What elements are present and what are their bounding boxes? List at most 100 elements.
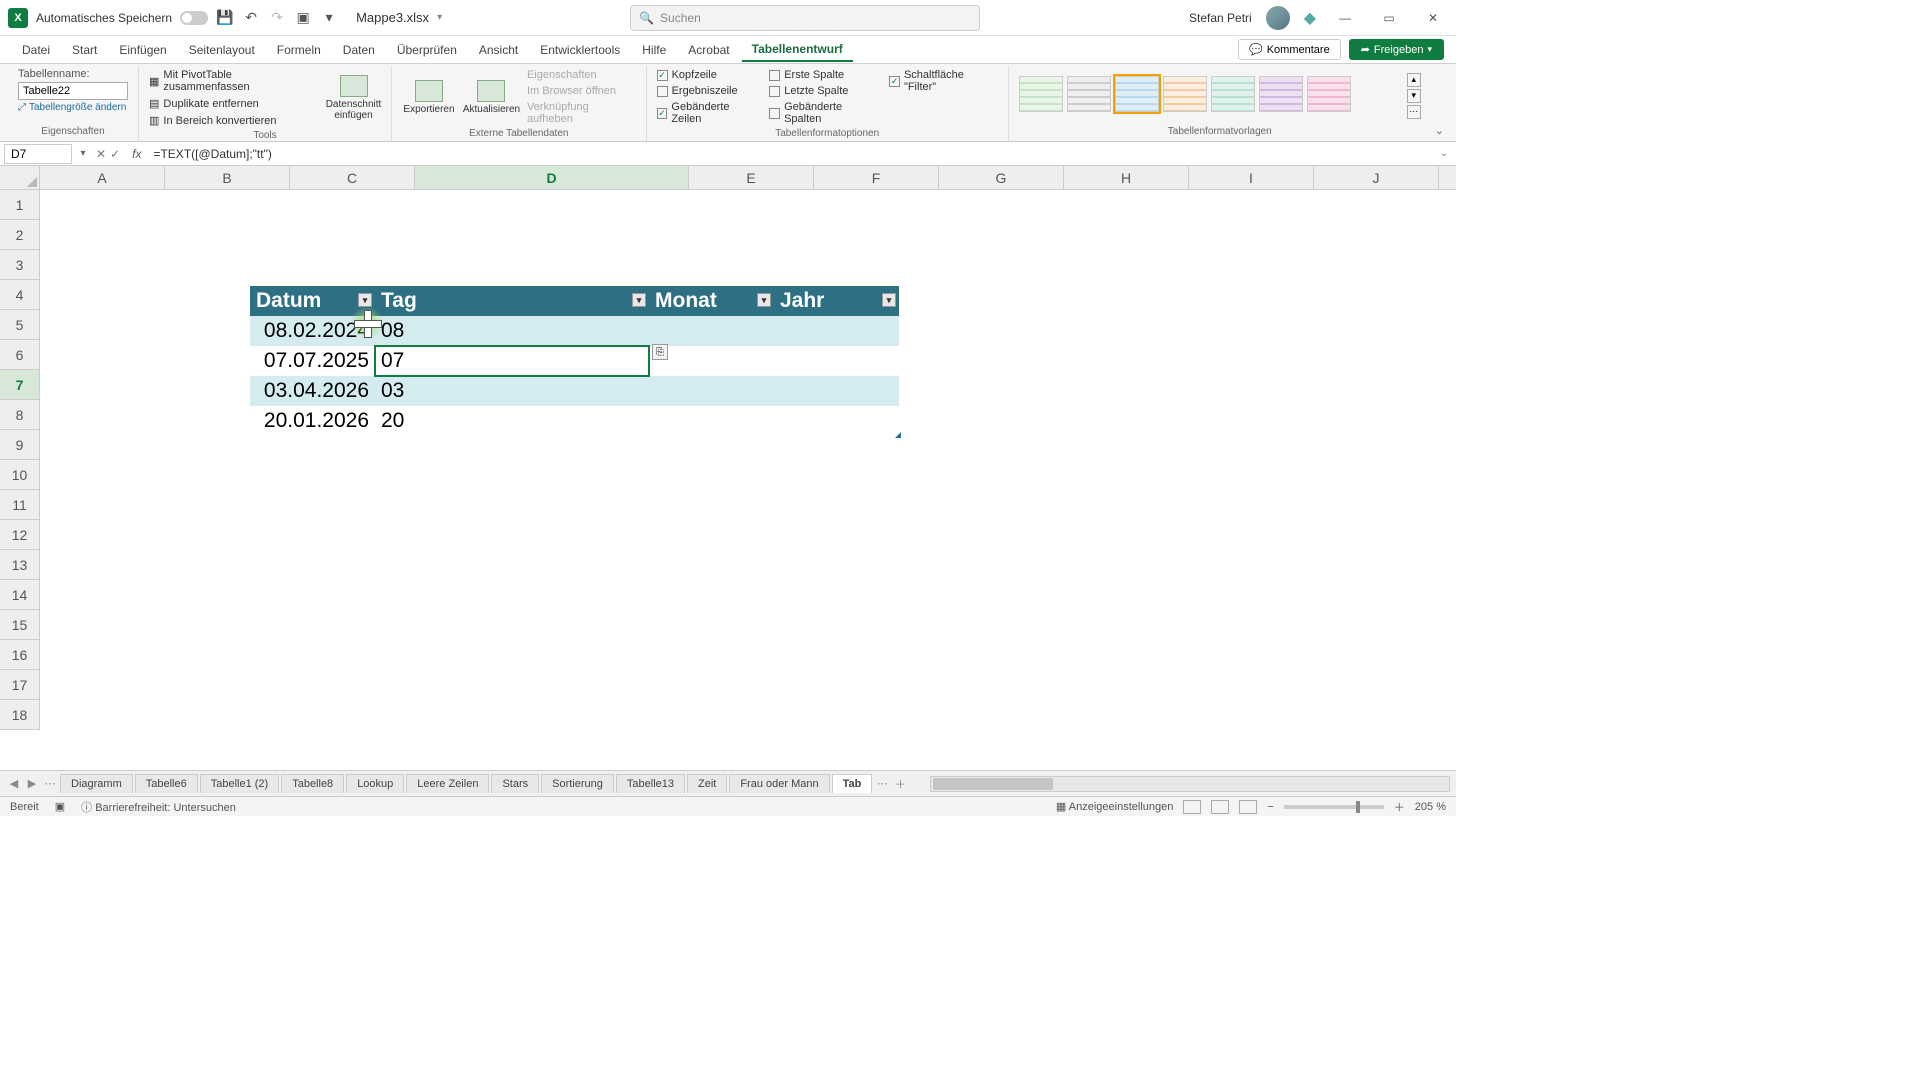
new-sheet-icon[interactable]: ＋	[892, 776, 908, 792]
gallery-more-icon[interactable]: ⋯	[1407, 105, 1421, 119]
chk-first-col[interactable]: Erste Spalte	[769, 68, 881, 82]
sheet-nav-prev-icon[interactable]: ◀	[6, 777, 22, 790]
maximize-button[interactable]: ▭	[1374, 3, 1404, 33]
row-header[interactable]: 15	[0, 610, 39, 640]
resize-table-button[interactable]: ⤢Tabellengröße ändern	[18, 102, 128, 113]
undo-icon[interactable]: ↶	[242, 9, 260, 27]
spreadsheet-grid[interactable]: A B C D E F G H I J 1 2 3 4 5 6 7 8 9 10…	[0, 166, 1456, 766]
table-resize-handle[interactable]	[895, 432, 901, 438]
cell[interactable]: 07.07.2025	[250, 346, 375, 376]
col-header[interactable]: F	[814, 166, 939, 189]
table-header-tag[interactable]: Tag▾	[375, 286, 649, 316]
table-header-jahr[interactable]: Jahr▾	[774, 286, 899, 316]
row-header[interactable]: 2	[0, 220, 39, 250]
style-swatch[interactable]	[1019, 76, 1063, 112]
sheet-nav-next-icon[interactable]: ▶	[24, 777, 40, 790]
filter-button-icon[interactable]: ▾	[632, 293, 646, 307]
gallery-down-icon[interactable]: ▾	[1407, 89, 1421, 103]
qat-more-icon[interactable]: ▾	[320, 9, 338, 27]
cell[interactable]: 20	[375, 406, 649, 436]
sheet-tab[interactable]: Leere Zeilen	[406, 774, 489, 793]
view-normal-icon[interactable]	[1183, 800, 1201, 814]
sheet-tab[interactable]: Stars	[491, 774, 539, 793]
remove-duplicates-button[interactable]: ▤Duplikate entfernen	[149, 96, 318, 111]
tab-ansicht[interactable]: Ansicht	[469, 39, 528, 61]
avatar[interactable]	[1266, 6, 1290, 30]
row-header[interactable]: 14	[0, 580, 39, 610]
name-box[interactable]: D7	[4, 144, 72, 164]
sheet-tab[interactable]: Diagramm	[60, 774, 133, 793]
row-header[interactable]: 11	[0, 490, 39, 520]
refresh-button[interactable]: Aktualisieren	[464, 68, 519, 126]
comments-button[interactable]: 💬Kommentare	[1238, 39, 1341, 60]
cell[interactable]	[774, 376, 899, 406]
col-header[interactable]: I	[1189, 166, 1314, 189]
slicer-button[interactable]: Datenschnitt einfügen	[326, 68, 381, 128]
tab-seitenlayout[interactable]: Seitenlayout	[179, 39, 265, 61]
table-styles-gallery[interactable]	[1019, 68, 1399, 120]
view-pagebreak-icon[interactable]	[1239, 800, 1257, 814]
sheet-tab[interactable]: Zeit	[687, 774, 727, 793]
row-header[interactable]: 16	[0, 640, 39, 670]
pivot-button[interactable]: ▦Mit PivotTable zusammenfassen	[149, 68, 318, 94]
col-header[interactable]: G	[939, 166, 1064, 189]
chk-total[interactable]: Ergebniszeile	[657, 84, 762, 98]
view-pagelayout-icon[interactable]	[1211, 800, 1229, 814]
tablename-input[interactable]	[18, 82, 128, 100]
row-header[interactable]: 12	[0, 520, 39, 550]
zoom-level[interactable]: 205 %	[1415, 801, 1446, 813]
col-header[interactable]: D	[415, 166, 689, 189]
col-header[interactable]: A	[40, 166, 165, 189]
enter-formula-icon[interactable]: ✓	[110, 147, 120, 161]
col-header[interactable]: E	[689, 166, 814, 189]
fx-icon[interactable]: fx	[126, 147, 147, 161]
style-swatch[interactable]	[1115, 76, 1159, 112]
style-swatch[interactable]	[1259, 76, 1303, 112]
sheet-tab[interactable]: Frau oder Mann	[729, 774, 829, 793]
selected-cell[interactable]: 07	[375, 346, 649, 376]
row-header[interactable]: 9	[0, 430, 39, 460]
col-header[interactable]: B	[165, 166, 290, 189]
style-swatch[interactable]	[1307, 76, 1351, 112]
redo-icon[interactable]: ↷	[268, 9, 286, 27]
table-header-monat[interactable]: Monat▾	[649, 286, 774, 316]
cell[interactable]: 20.01.2026	[250, 406, 375, 436]
save-icon[interactable]: 💾	[216, 9, 234, 27]
row-headers[interactable]: 1 2 3 4 5 6 7 8 9 10 11 12 13 14 15 16 1…	[0, 190, 40, 730]
row-header[interactable]: 17	[0, 670, 39, 700]
row-header[interactable]: 8	[0, 400, 39, 430]
sheet-nav-more-icon[interactable]: ⋯	[42, 777, 58, 790]
cell[interactable]	[649, 406, 774, 436]
collapse-ribbon-icon[interactable]: ⌄	[1431, 120, 1448, 141]
filter-button-icon[interactable]: ▾	[882, 293, 896, 307]
zoom-in-icon[interactable]: ＋	[1394, 799, 1405, 815]
row-header[interactable]: 18	[0, 700, 39, 730]
cell[interactable]: 08.02.2024	[250, 316, 375, 346]
col-header[interactable]: C	[290, 166, 415, 189]
formula-input[interactable]: =TEXT([@Datum];"tt")	[147, 147, 1431, 161]
chk-banded-rows[interactable]: ✓Gebänderte Zeilen	[657, 100, 762, 126]
row-header[interactable]: 4	[0, 280, 39, 310]
style-swatch[interactable]	[1211, 76, 1255, 112]
share-button[interactable]: ➦Freigeben▾	[1349, 39, 1444, 60]
row-header[interactable]: 1	[0, 190, 39, 220]
cell[interactable]	[774, 346, 899, 376]
row-header[interactable]: 5	[0, 310, 39, 340]
cell[interactable]	[774, 316, 899, 346]
sheet-tab[interactable]: Tabelle6	[135, 774, 198, 793]
sheet-more-icon[interactable]: ⋯	[874, 777, 890, 790]
diamond-icon[interactable]: ◆	[1304, 8, 1316, 28]
tab-datei[interactable]: Datei	[12, 39, 60, 61]
filter-button-icon[interactable]: ▾	[358, 293, 372, 307]
autofill-options-icon[interactable]: ⎘	[652, 344, 668, 360]
style-swatch[interactable]	[1163, 76, 1207, 112]
style-swatch[interactable]	[1067, 76, 1111, 112]
gallery-up-icon[interactable]: ▴	[1407, 73, 1421, 87]
row-header[interactable]: 13	[0, 550, 39, 580]
formula-expand-icon[interactable]: ⌄	[1432, 148, 1456, 159]
close-button[interactable]: ✕	[1418, 3, 1448, 33]
filter-button-icon[interactable]: ▾	[757, 293, 771, 307]
sheet-tab[interactable]: Sortierung	[541, 774, 614, 793]
minimize-button[interactable]: —	[1330, 3, 1360, 33]
chk-banded-cols[interactable]: Gebänderte Spalten	[769, 100, 881, 126]
